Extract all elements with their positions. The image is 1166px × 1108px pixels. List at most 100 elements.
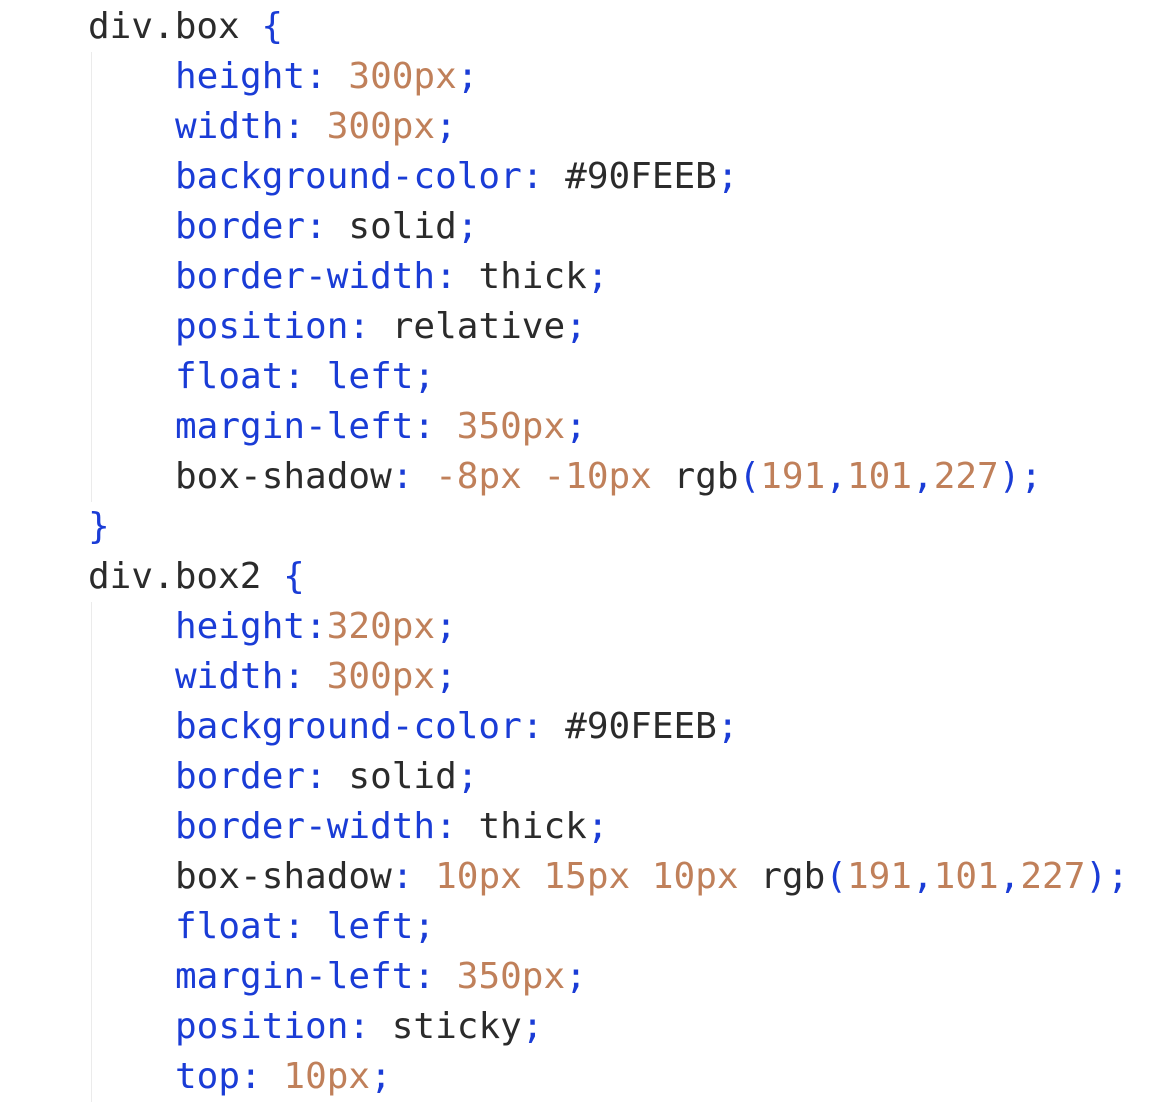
code-line[interactable]: border: solid; — [88, 752, 1129, 802]
property-token: position — [175, 306, 349, 347]
punctuation-token: ; — [435, 606, 457, 647]
number-token: 101 — [933, 856, 999, 897]
punctuation-token: ; — [456, 756, 479, 797]
punctuation-token: : — [413, 406, 457, 447]
punctuation-token: ); — [998, 456, 1043, 497]
number-token: 10px 15px 10px — [435, 856, 761, 897]
number-token: 300px — [326, 106, 436, 147]
property-token: border-width — [175, 256, 436, 297]
punctuation-token: ( — [825, 856, 847, 897]
code-line[interactable]: box-shadow: 10px 15px 10px rgb(191,101,2… — [88, 852, 1129, 902]
code-editor[interactable]: div.box {height: 300px; width: 300px; back… — [0, 0, 1166, 1108]
property-token: height — [175, 56, 306, 97]
code-line[interactable]: margin-left: 350px; — [88, 402, 1129, 452]
keyword-token: left — [326, 356, 414, 397]
value-token: box-shadow — [175, 456, 392, 497]
punctuation-token: : — [305, 56, 349, 97]
number-token: 350px — [456, 956, 566, 997]
number-token: 227 — [933, 456, 999, 497]
punctuation-token: : — [521, 706, 566, 747]
property-token: border — [175, 206, 306, 247]
code-line[interactable]: position: sticky; — [88, 1002, 1129, 1052]
value-token: thick — [478, 256, 587, 297]
code-line[interactable]: width: 300px; — [88, 102, 1129, 152]
punctuation-token: : — [240, 1056, 284, 1097]
property-token: width — [175, 106, 284, 147]
punctuation-token: : — [435, 256, 479, 297]
punctuation-token: : — [305, 756, 349, 797]
punctuation-token: ; — [565, 406, 587, 447]
punctuation-token: : — [348, 306, 392, 347]
brace-token: } — [88, 506, 110, 547]
number-token: -8px -10px — [435, 456, 674, 497]
code-line[interactable]: float: left; — [88, 352, 1129, 402]
number-token: 300px — [326, 656, 436, 697]
code-line[interactable]: background-color: #90FEEB; — [88, 152, 1129, 202]
number-token: 300px — [348, 56, 457, 97]
code-line[interactable]: position: relative; — [88, 302, 1129, 352]
code-line[interactable]: margin-left: 350px; — [88, 952, 1129, 1002]
punctuation-token: ; — [413, 356, 436, 397]
value-token: relative — [391, 306, 566, 347]
number-token: 320px — [326, 606, 436, 647]
property-token: top — [175, 1056, 241, 1097]
property-token: border-width — [175, 806, 436, 847]
punctuation-token: ; — [586, 806, 609, 847]
code-line[interactable]: border-width: thick; — [88, 802, 1129, 852]
punctuation-token: ); — [1085, 856, 1129, 897]
number-token: 227 — [1020, 856, 1086, 897]
value-token: #90FEEB — [565, 706, 717, 747]
punctuation-token: ( — [738, 456, 761, 497]
punctuation-token: ; — [456, 206, 479, 247]
code-line[interactable]: top: 10px; — [88, 1052, 1129, 1102]
code-line[interactable]: border-width: thick; — [88, 252, 1129, 302]
code-line[interactable]: float: left; — [88, 902, 1129, 952]
punctuation-token: ; — [435, 106, 457, 147]
brace-token: { — [283, 556, 305, 597]
punctuation-token: ; — [435, 656, 457, 697]
punctuation-token: , — [912, 456, 934, 497]
code-line[interactable]: box-shadow: -8px -10px rgb(191,101,227); — [88, 452, 1129, 502]
code-line[interactable]: div.box { — [88, 2, 1129, 52]
value-token: sticky — [391, 1006, 522, 1047]
punctuation-token: ; — [586, 256, 609, 297]
punctuation-token: : — [391, 456, 436, 497]
code-line[interactable]: } — [88, 502, 1129, 552]
punctuation-token: ; — [565, 956, 587, 997]
code-line[interactable]: height:320px; — [88, 602, 1129, 652]
keyword-token: left — [326, 906, 414, 947]
code-line[interactable]: background-color: #90FEEB; — [88, 702, 1129, 752]
value-token: #90FEEB — [565, 156, 717, 197]
brace-token: { — [261, 6, 284, 47]
selector-token: div.box — [88, 6, 262, 47]
punctuation-token: ; — [413, 906, 436, 947]
property-token: border — [175, 756, 306, 797]
value-token: rgb — [760, 856, 826, 897]
punctuation-token: ; — [716, 156, 739, 197]
code-block[interactable]: div.box {height: 300px; width: 300px; back… — [88, 2, 1129, 1102]
property-token: float — [175, 906, 284, 947]
punctuation-token: ; — [521, 1006, 544, 1047]
punctuation-token: : — [283, 656, 327, 697]
punctuation-token: ; — [456, 56, 479, 97]
punctuation-token: : — [305, 606, 327, 647]
punctuation-token: : — [283, 906, 327, 947]
code-line[interactable]: height: 300px; — [88, 52, 1129, 102]
property-token: width — [175, 656, 284, 697]
punctuation-token: : — [521, 156, 566, 197]
value-token: thick — [478, 806, 587, 847]
punctuation-token: ; — [716, 706, 739, 747]
punctuation-token: : — [435, 806, 479, 847]
code-line[interactable]: border: solid; — [88, 202, 1129, 252]
punctuation-token: : — [413, 956, 457, 997]
property-token: background-color — [175, 706, 522, 747]
value-token: solid — [348, 206, 457, 247]
code-line[interactable]: div.box2 { — [88, 552, 1129, 602]
punctuation-token: ; — [565, 306, 587, 347]
value-token: solid — [348, 756, 457, 797]
punctuation-token: ; — [370, 1056, 392, 1097]
value-token: box-shadow — [175, 856, 392, 897]
punctuation-token: , — [825, 456, 847, 497]
code-line[interactable]: width: 300px; — [88, 652, 1129, 702]
punctuation-token: : — [283, 106, 327, 147]
